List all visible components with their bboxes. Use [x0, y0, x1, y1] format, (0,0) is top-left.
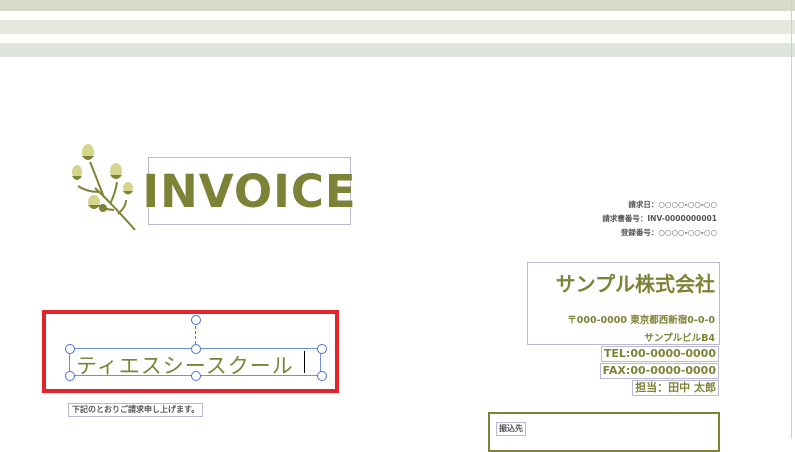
invoice-number: 請求書番号：INV-0000000001: [602, 214, 717, 223]
issue-date: 請求日：○○○○-○○-○○: [628, 200, 717, 209]
company-address-line2: サンプルビルB4: [644, 333, 715, 344]
resize-handle-bottom-center[interactable]: [191, 371, 201, 381]
company-address-line1: 〒000-0000 東京都西新宿0-0-0: [567, 315, 715, 326]
header-stripe-bottom: [0, 43, 795, 57]
resize-handle-bottom-right[interactable]: [317, 371, 327, 381]
flower-branch-icon: [70, 138, 142, 233]
resize-handle-bottom-left[interactable]: [65, 371, 75, 381]
recipient-name[interactable]: ティエスシースクール: [76, 350, 294, 380]
header-stripe-mid: [0, 20, 795, 34]
header-stripe-top: [0, 0, 795, 11]
rotate-handle[interactable]: [191, 315, 201, 325]
invoice-title-box[interactable]: INVOICE: [142, 157, 356, 225]
rotation-guide: [195, 326, 196, 344]
text-caret: [304, 351, 305, 373]
bank-transfer-label: 振込先: [496, 422, 526, 436]
resize-handle-top-center[interactable]: [191, 344, 201, 354]
company-name: サンプル株式会社: [555, 272, 715, 296]
company-fax: FAX:00-0000-0000: [599, 363, 719, 379]
invoice-title: INVOICE: [142, 164, 357, 218]
bank-transfer-box[interactable]: 振込先: [488, 412, 720, 452]
company-box[interactable]: サンプル株式会社 〒000-0000 東京都西新宿0-0-0 サンプルビルB4: [527, 262, 720, 345]
company-tel: TEL:00-0000-0000: [600, 346, 719, 362]
page-edge: [791, 0, 792, 439]
invoice-note: 下記のとおりご請求申し上げます。: [68, 403, 204, 417]
registration-number: 登録番号：○○○○-○○-○○: [620, 228, 717, 237]
company-contact: 担当：田中 太郎: [632, 380, 719, 396]
resize-handle-top-right[interactable]: [317, 344, 327, 354]
resize-handle-top-left[interactable]: [65, 344, 75, 354]
